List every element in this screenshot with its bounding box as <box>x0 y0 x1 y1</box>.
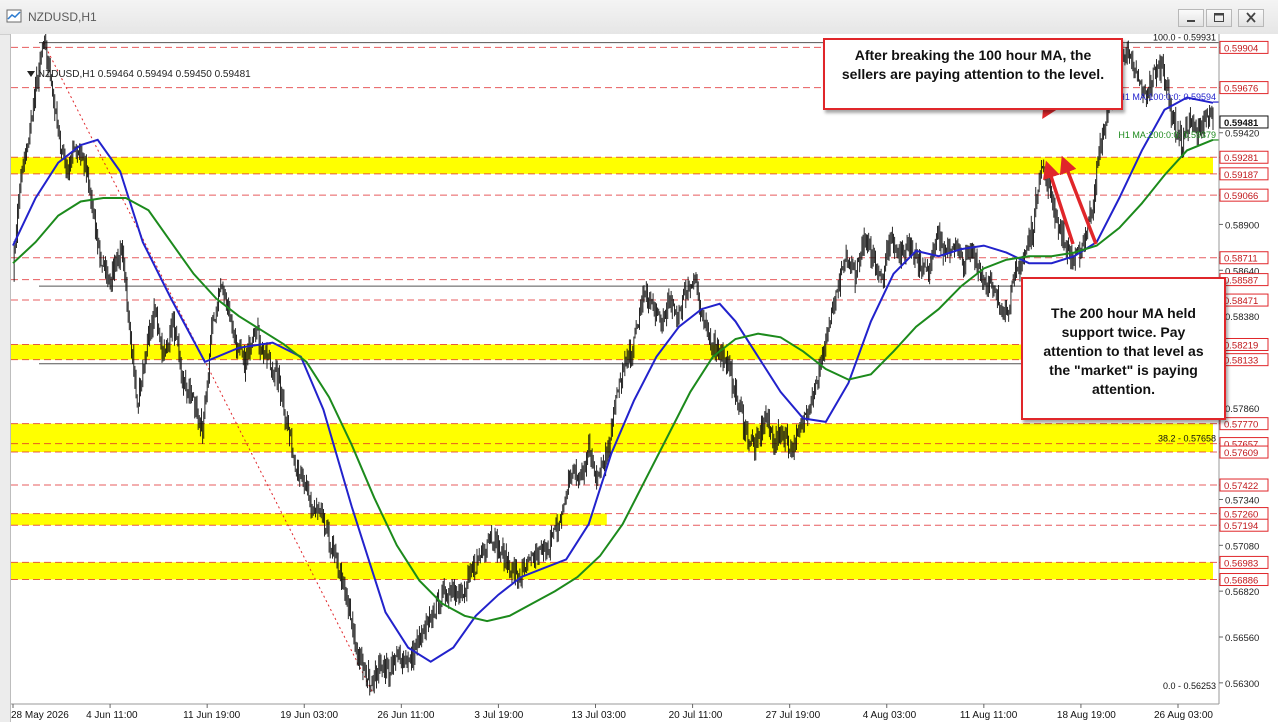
time-tick-label: 26 Jun 11:00 <box>377 710 435 721</box>
price-tick-label: 0.58900 <box>1225 220 1259 231</box>
price-tick-label: 0.57080 <box>1225 541 1259 552</box>
ohlc-values: 0.59464 0.59494 0.59450 0.59481 <box>97 69 251 80</box>
callout-100-ma: After breaking the 100 hour MA, the sell… <box>823 38 1123 110</box>
price-tick-label: 0.59066 <box>1224 191 1258 202</box>
dropdown-triangle-icon[interactable] <box>27 71 35 77</box>
time-tick-label: 3 Jul 19:00 <box>474 710 523 721</box>
symbol-name: NZDUSD,H1 <box>37 69 96 80</box>
price-tick-label: 0.59187 <box>1224 170 1258 181</box>
time-tick-label: 13 Jul 03:00 <box>572 710 627 721</box>
fib-level-label: 100.0 - 0.59931 <box>1153 34 1216 43</box>
price-tick-label: 0.58471 <box>1224 296 1258 307</box>
time-tick-label: 28 May 2026 <box>11 710 69 721</box>
time-tick-label: 4 Jun 11:00 <box>86 710 138 721</box>
price-tick-label: 0.59420 <box>1225 129 1259 140</box>
price-tick-label: 0.59281 <box>1224 153 1258 164</box>
price-tick-label: 0.59676 <box>1224 84 1258 95</box>
time-tick-label: 26 Aug 03:00 <box>1154 710 1213 721</box>
time-tick-label: 18 Aug 19:00 <box>1057 710 1116 721</box>
maximize-button[interactable] <box>1206 9 1232 27</box>
price-tick-label: 0.56300 <box>1225 679 1259 690</box>
fib-level-label: 0.0 - 0.56253 <box>1163 681 1216 691</box>
fib-level-label: 38.2 - 0.57658 <box>1158 433 1216 443</box>
time-tick-label: 4 Aug 03:00 <box>863 710 917 721</box>
support-resistance-zone <box>11 562 1213 580</box>
price-tick-label: 0.56820 <box>1225 587 1259 598</box>
callout-200-ma-text: The 200 hour MA held support twice. Pay … <box>1043 305 1204 397</box>
close-button[interactable] <box>1238 9 1264 27</box>
price-tick-label: 0.58380 <box>1225 312 1259 323</box>
price-tick-label: 0.56886 <box>1224 576 1258 587</box>
time-tick-label: 27 Jul 19:00 <box>766 710 821 721</box>
price-tick-label: 0.56983 <box>1224 558 1258 569</box>
time-tick-label: 11 Aug 11:00 <box>960 710 1018 721</box>
ma100-label: H1 MA:100:0:0: 0.59594 <box>1118 92 1216 102</box>
price-tick-label: 0.56560 <box>1225 633 1259 644</box>
chart-window-icon <box>6 9 22 23</box>
price-tick-label: 0.57194 <box>1224 521 1258 532</box>
price-tick-label: 0.57770 <box>1224 420 1258 431</box>
minimize-icon <box>1187 20 1195 22</box>
window-title: NZDUSD,H1 <box>28 10 97 24</box>
maximize-icon <box>1214 13 1224 22</box>
fibonacci-trendline <box>43 42 373 692</box>
price-tick-label: 0.58711 <box>1224 254 1258 265</box>
price-tick-label: 0.57609 <box>1224 448 1258 459</box>
callout-100-ma-text: After breaking the 100 hour MA, the sell… <box>841 47 1105 82</box>
callout-200-ma: The 200 hour MA held support twice. Pay … <box>1021 277 1226 420</box>
time-tick-label: 20 Jul 11:00 <box>669 710 723 721</box>
chart-window: NZDUSD,H1 H1 MA:100:0:0: 0.59594 H1 MA:20… <box>0 0 1278 722</box>
time-tick-label: 19 Jun 03:00 <box>280 710 338 721</box>
support-resistance-zone <box>11 157 1213 174</box>
price-tick-label: 0.57422 <box>1224 481 1258 492</box>
price-tick-label: 0.58587 <box>1224 276 1258 287</box>
price-tick-label: 0.57340 <box>1225 495 1259 506</box>
chart-plot-area[interactable]: H1 MA:100:0:0: 0.59594 H1 MA:200:0:0: 0.5… <box>10 34 1278 722</box>
minimize-button[interactable] <box>1178 9 1204 27</box>
price-tick-label: 0.57860 <box>1225 404 1259 415</box>
time-tick-label: 11 Jun 19:00 <box>183 710 241 721</box>
close-icon <box>1246 12 1256 23</box>
symbol-ohlc-header: NZDUSD,H1 0.59464 0.59494 0.59450 0.5948… <box>27 69 251 80</box>
price-tick-label: 0.59904 <box>1224 43 1258 54</box>
price-tick-label: 0.58133 <box>1224 356 1258 367</box>
current-price-label: 0.59481 <box>1224 118 1259 129</box>
support-resistance-zone <box>11 513 607 526</box>
price-tick-label: 0.58219 <box>1224 340 1258 351</box>
ma200-label: H1 MA:200:0:0: 0.59379 <box>1118 130 1216 140</box>
title-bar[interactable]: NZDUSD,H1 <box>0 0 1278 35</box>
